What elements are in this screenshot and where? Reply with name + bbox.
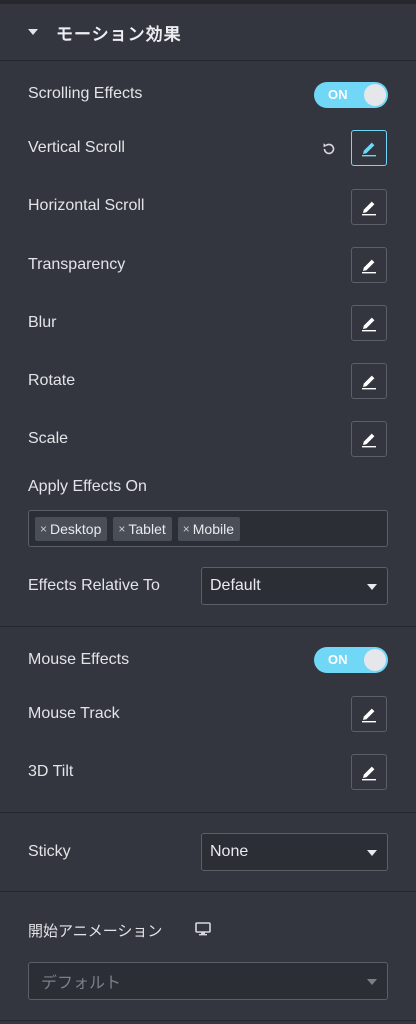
entrance-animation-select[interactable]: デフォルト [28, 962, 388, 1000]
blur-label: Blur [28, 314, 57, 331]
apply-effects-on-label: Apply Effects On [28, 478, 147, 495]
3d-tilt-edit-button[interactable] [351, 754, 387, 790]
pencil-icon [362, 766, 376, 781]
sticky-label: Sticky [28, 843, 71, 860]
toggle-knob [364, 649, 386, 671]
divider [0, 626, 416, 627]
entrance-animation-label: 開始アニメーション [28, 922, 163, 940]
remove-tag-icon[interactable]: × [118, 522, 125, 536]
divider [0, 60, 416, 61]
scale-edit-button[interactable] [351, 421, 387, 457]
pencil-icon [362, 201, 376, 216]
tag-tablet: × Tablet [113, 516, 172, 541]
remove-tag-icon[interactable]: × [40, 522, 47, 536]
divider [0, 891, 416, 892]
pencil-icon [362, 433, 376, 448]
transparency-label: Transparency [28, 256, 126, 273]
apply-effects-on-select[interactable]: × Desktop × Tablet × Mobile [28, 510, 388, 547]
tag-desktop: × Desktop [35, 516, 108, 541]
chevron-down-icon [367, 584, 377, 590]
rotate-label: Rotate [28, 372, 76, 389]
mouse-track-edit-button[interactable] [351, 696, 387, 732]
pencil-icon [362, 142, 376, 157]
desktop-icon[interactable] [195, 922, 211, 936]
effects-relative-to-label: Effects Relative To [28, 577, 160, 594]
mouse-track-label: Mouse Track [28, 705, 120, 722]
remove-tag-icon[interactable]: × [183, 522, 190, 536]
vertical-scroll-edit-button[interactable] [351, 130, 387, 166]
effects-relative-to-select[interactable]: Default [201, 567, 388, 605]
tag-mobile: × Mobile [177, 516, 241, 541]
divider [0, 812, 416, 813]
3d-tilt-label: 3D Tilt [28, 763, 74, 780]
scrolling-effects-label: Scrolling Effects [28, 85, 143, 102]
pencil-icon [362, 375, 376, 390]
scrolling-effects-toggle[interactable]: ON [314, 82, 388, 108]
reset-icon[interactable] [320, 140, 338, 158]
pencil-icon [362, 317, 376, 332]
bottom-divider [0, 1020, 416, 1021]
horizontal-scroll-edit-button[interactable] [351, 189, 387, 225]
vertical-scroll-label: Vertical Scroll [28, 139, 125, 156]
horizontal-scroll-label: Horizontal Scroll [28, 197, 145, 214]
chevron-down-icon [367, 850, 377, 856]
chevron-down-icon [367, 979, 377, 985]
mouse-effects-label: Mouse Effects [28, 651, 130, 668]
mouse-effects-toggle[interactable]: ON [314, 647, 388, 673]
section-title: モーション効果 [56, 24, 182, 45]
caret-down-icon [28, 29, 38, 35]
rotate-edit-button[interactable] [351, 363, 387, 399]
section-header-motion-effects[interactable]: モーション効果 [0, 4, 416, 60]
pencil-icon [362, 708, 376, 723]
blur-edit-button[interactable] [351, 305, 387, 341]
sticky-select[interactable]: None [201, 833, 388, 871]
pencil-icon [362, 259, 376, 274]
scale-label: Scale [28, 430, 69, 447]
transparency-edit-button[interactable] [351, 247, 387, 283]
toggle-knob [364, 84, 386, 106]
